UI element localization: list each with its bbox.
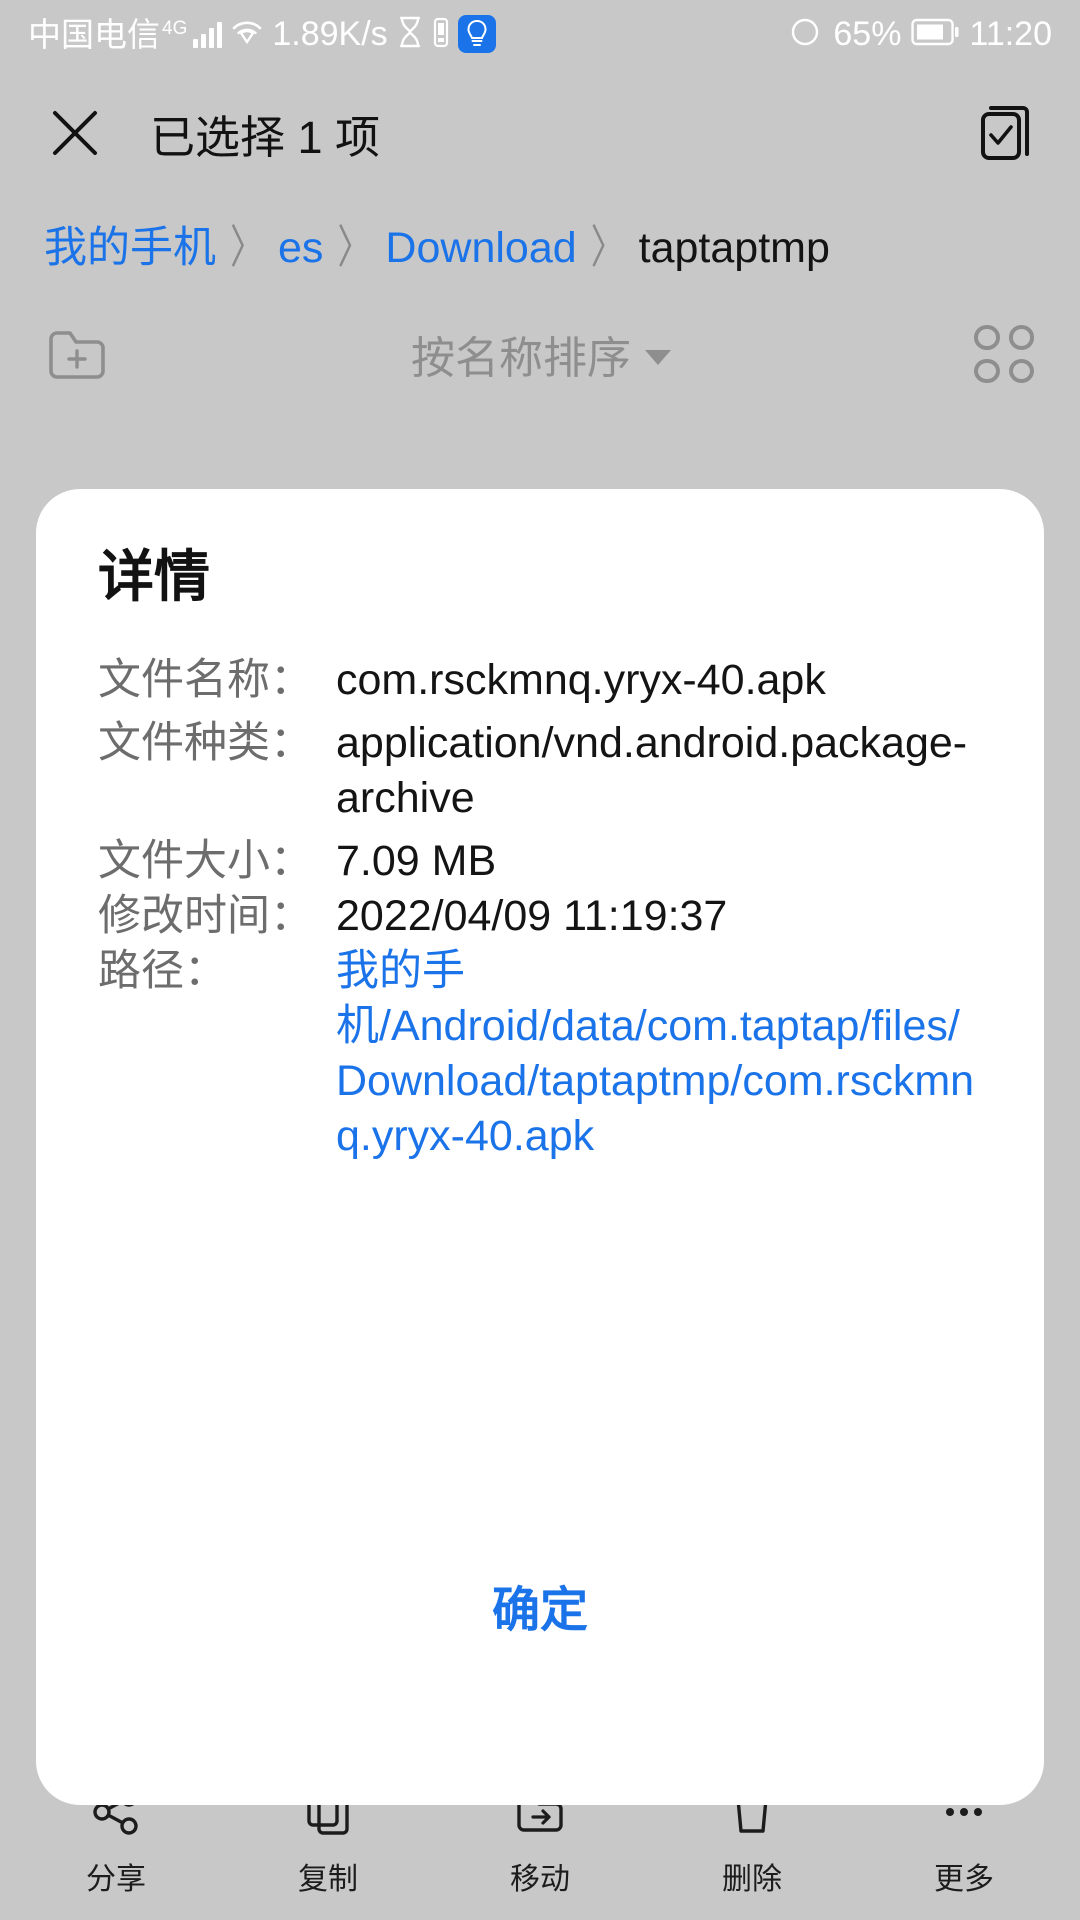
detail-label-file-size: 文件大小： (98, 837, 313, 886)
detail-value-file-name: com.rsckmnq.yryx-40.apk (336, 656, 826, 704)
action-label: 更多 (934, 1863, 994, 1896)
net-speed-label: 1.89K/s (272, 15, 388, 53)
wifi-icon (230, 18, 264, 51)
breadcrumb-item-3[interactable]: taptaptmp (639, 226, 830, 270)
detail-label-file-type: 文件种类： (98, 719, 313, 768)
grid-view-icon[interactable] (974, 325, 1034, 383)
detail-rows: 文件名称： com.rsckmnq.yryx-40.apk 文件种类： appl… (36, 653, 1044, 1164)
eye-icon (787, 17, 823, 52)
sort-by-name-dropdown[interactable]: 按名称排序 (411, 322, 671, 386)
detail-row: 文件种类： application/vnd.android.package-ar… (98, 716, 986, 826)
action-label: 分享 (86, 1863, 146, 1896)
file-toolbar: 按名称排序 (0, 300, 1080, 408)
detail-value-modified-time: 2022/04/09 11:19:37 (336, 892, 728, 941)
detail-value-path[interactable]: 我的手机/Android/data/com.taptap/files/Downl… (336, 944, 986, 1164)
file-details-dialog: 详情 文件名称： com.rsckmnq.yryx-40.apk 文件种类： a… (36, 489, 1044, 1805)
lightbulb-badge-icon (457, 15, 496, 53)
breadcrumb-item-2[interactable]: Download (385, 226, 576, 270)
select-all-icon[interactable] (976, 101, 1036, 165)
detail-value-file-size: 7.09 MB (336, 837, 497, 886)
new-folder-icon[interactable] (46, 325, 108, 383)
sort-label: 按名称排序 (411, 334, 631, 383)
breadcrumb-item-1[interactable]: es (278, 227, 323, 270)
dialog-title: 详情 (98, 545, 210, 608)
detail-label-modified-time: 修改时间： (98, 892, 313, 941)
chevron-down-icon (645, 349, 671, 365)
phone-screen: 中国电信 4G 1.89K/s 65% 11:20 已选择 1 项 我的手机 〉… (0, 0, 1080, 1920)
breadcrumb-separator: 〉 (590, 222, 625, 274)
status-bar: 中国电信 4G 1.89K/s 65% 11:20 (0, 0, 1080, 68)
detail-row: 文件名称： com.rsckmnq.yryx-40.apk (98, 653, 986, 708)
action-label: 移动 (510, 1863, 570, 1896)
close-icon[interactable] (44, 102, 106, 164)
hourglass-icon (396, 15, 424, 54)
battery-icon (911, 17, 959, 52)
ok-button[interactable]: 确定 (444, 1575, 636, 1647)
signal-bars-icon (193, 20, 223, 48)
breadcrumb-separator: 〉 (230, 222, 264, 274)
status-bar-right: 65% 11:20 (787, 17, 1052, 52)
selection-count-title: 已选择 1 项 (150, 111, 381, 163)
detail-row: 文件大小： 7.09 MB (98, 834, 986, 889)
app-bar: 已选择 1 项 (0, 68, 1080, 198)
breadcrumb: 我的手机 〉 es 〉 Download 〉 taptaptmp (0, 198, 1080, 298)
dialog-actions: 确定 (36, 1575, 1044, 1647)
detail-value-file-type: application/vnd.android.package-archive (336, 719, 968, 823)
action-label: 删除 (722, 1863, 782, 1896)
breadcrumb-item-0[interactable]: 我的手机 (44, 226, 216, 270)
network-type-label: 4G (162, 17, 188, 39)
battery-percent-label: 65% (833, 15, 902, 53)
battery-small-icon (432, 15, 450, 54)
carrier-label: 中国电信 4G (28, 15, 188, 53)
breadcrumb-separator: 〉 (337, 222, 372, 274)
detail-label-path: 路径： (98, 947, 227, 996)
detail-label-file-name: 文件名称： (98, 656, 313, 704)
detail-row: 路径： 我的手机/Android/data/com.taptap/files/D… (98, 944, 986, 1164)
detail-row: 修改时间： 2022/04/09 11:19:37 (98, 889, 986, 944)
status-bar-left: 中国电信 4G 1.89K/s (28, 15, 496, 54)
clock-label: 11:20 (969, 15, 1052, 53)
action-label: 复制 (298, 1863, 358, 1896)
